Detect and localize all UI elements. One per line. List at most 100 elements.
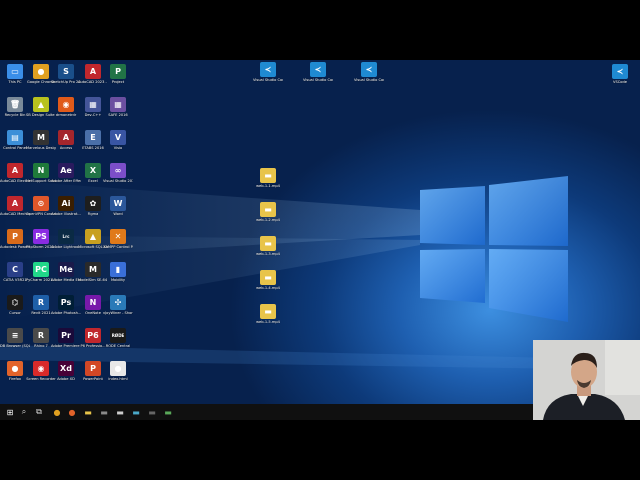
app-icon: ◉ [58, 97, 74, 112]
desktop-icon-label: Adobe Photosh... [51, 311, 81, 315]
app-icon: ≺ [612, 64, 628, 79]
search-icon[interactable]: ⌕ [18, 406, 30, 418]
desktop-icon[interactable]: W Word [105, 196, 131, 216]
desktop-icon[interactable]: ✕XAMPP Control Panel [103, 229, 133, 249]
desktop-icon-label: Visual Studio Code_sp [303, 78, 333, 82]
desktop-icon[interactable]: MeAdobe Media Encoder 2021 [51, 262, 81, 282]
desktop-icon-label: Access [59, 146, 73, 150]
app-icon: S [58, 64, 74, 79]
desktop-icon-label: web-1-4.mp4 [256, 286, 280, 290]
taskbar-app1-icon[interactable]: ▬ [98, 406, 110, 418]
desktop-icon[interactable]: ● index.html [105, 361, 131, 381]
desktop-icon[interactable]: Ps Adobe Photosh... [51, 295, 81, 315]
desktop-icon[interactable]: ≺Visual Studio Code_sp [303, 62, 333, 82]
taskbar-app2-icon[interactable]: ▬ [114, 406, 126, 418]
desktop-icon-label: Visio [113, 146, 123, 150]
desktop-icon[interactable]: AAutoCAD Electrica... [0, 163, 30, 183]
app-icon: 🗑 [7, 97, 23, 112]
app-icon: Xd [58, 361, 74, 376]
desktop-icon-label: Adobe Media Encoder 2021 [51, 278, 81, 282]
app-icon: ⊙ [33, 196, 49, 211]
desktop-icon[interactable]: 🗑 Recycle Bin [2, 97, 28, 117]
task-view-icon[interactable]: ⧉ [33, 406, 45, 418]
desktop-icon[interactable]: ⌬ Cursor [2, 295, 28, 315]
desktop-icon[interactable]: ▤ Control Panel [2, 130, 28, 150]
desktop-icon[interactable]: ▬ web-1-1.mp4 [255, 168, 281, 188]
app-icon: A [7, 163, 23, 178]
desktop-icon[interactable]: AAutoCAD Mechanica... [0, 196, 30, 216]
taskbar-firefox-icon[interactable]: ● [66, 406, 78, 418]
desktop-icon[interactable]: ◉ drmonetrdr [53, 97, 79, 117]
desktop-icon[interactable]: ≺Visual Studio Code_zip [354, 62, 384, 82]
desktop-icon[interactable]: ▦ SAFE 2016 [105, 97, 131, 117]
desktop-icon-label: web-1-2.mp4 [256, 218, 280, 222]
desktop-icon-label: Adobe XD [57, 377, 75, 381]
desktop-icon[interactable]: C CATIA V5R21 [2, 262, 28, 282]
webcam-overlay [533, 340, 640, 420]
desktop-icon-label: RODE Central [105, 344, 131, 348]
app-icon: ▭ [7, 64, 23, 79]
app-icon: ✣ [110, 295, 126, 310]
desktop-icon[interactable]: ▬ web-1-4.mp4 [255, 270, 281, 290]
app-icon: M [85, 262, 101, 277]
desktop-icon-label: Word [113, 212, 123, 216]
app-icon: ▬ [260, 270, 276, 285]
desktop-icon-label: XAMPP Control Panel [103, 245, 133, 249]
desktop-icon[interactable]: RØDE RODE Central [105, 328, 131, 348]
desktop-icon[interactable]: ● Firefox [2, 361, 28, 381]
app-icon: ⌬ [7, 295, 23, 310]
desktop-icon-label: Adobe Lightroo... [51, 245, 81, 249]
app-icon: P [110, 64, 126, 79]
app-icon: ≺ [361, 62, 377, 77]
desktop-icon[interactable]: V Visio [105, 130, 131, 150]
desktop-icon[interactable]: PAutodesk PowerMill ... [0, 229, 30, 249]
desktop-icon[interactable]: SSketchUp Pro 2021 [51, 64, 81, 84]
desktop-icon-label: SAFE 2016 [108, 113, 128, 117]
desktop-icon-label: index.html [108, 377, 128, 381]
app-icon: P [7, 229, 23, 244]
desktop-icon[interactable]: ▮ Mobility [105, 262, 131, 282]
desktop-icon[interactable]: Lrc Adobe Lightroo... [51, 229, 81, 249]
app-icon: ≺ [310, 62, 326, 77]
desktop-icon-label: drmonetrdr [55, 113, 77, 117]
desktop-icon-label: Visual Studio Code_scr [253, 78, 283, 82]
desktop-icon-label: Adobe Illustrat... [51, 212, 81, 216]
app-icon: Ai [58, 196, 74, 211]
desktop-icon[interactable]: ▬ web-1-5.mp4 [255, 304, 281, 324]
letterbox-bottom [0, 420, 640, 480]
app-icon: ▮ [110, 262, 126, 277]
desktop-icon[interactable]: ✣vJoyWiner - Shortcut [103, 295, 133, 315]
desktop-icon-label: Visual Studio Code_zip [354, 78, 384, 82]
taskbar-chrome-icon[interactable]: ● [51, 406, 63, 418]
desktop-icon[interactable]: ▬ web-1-3.mp4 [255, 236, 281, 256]
desktop-icon-label: web-1-1.mp4 [256, 184, 280, 188]
desktop-icon[interactable]: AeAdobe After Effects 2021 [51, 163, 81, 183]
desktop-icon[interactable]: P Project [105, 64, 131, 84]
desktop-icon-label: web-1-5.mp4 [256, 320, 280, 324]
start-button[interactable]: ⊞ [4, 406, 16, 418]
desktop-icon-label: Project [111, 80, 125, 84]
app-icon: ▤ [7, 130, 23, 145]
taskbar-explorer-icon[interactable]: ▬ [82, 406, 94, 418]
desktop-icon[interactable]: ▬ web-1-2.mp4 [255, 202, 281, 222]
desktop-icon[interactable]: Ai Adobe Illustrat... [51, 196, 81, 216]
desktop-icon[interactable]: ≺Visual Studio Code_scr [253, 62, 283, 82]
app-icon: PC [33, 262, 49, 277]
desktop-icon[interactable]: ▭ This PC [2, 64, 28, 84]
taskbar-app4-icon[interactable]: ▬ [146, 406, 158, 418]
desktop-icon[interactable]: PrAdobe Premiere P... [51, 328, 81, 348]
app-icon: ◉ [33, 361, 49, 376]
app-icon: R [33, 295, 49, 310]
desktop-icon[interactable]: ≺ VSCode [607, 64, 633, 84]
desktop-icon[interactable]: A Access [53, 130, 79, 150]
app-icon: Lrc [58, 229, 74, 244]
taskbar-app3-icon[interactable]: ▬ [130, 406, 142, 418]
app-icon: ∞ [110, 163, 126, 178]
desktop-icon-label: Adobe After Effects 2021 [51, 179, 81, 183]
app-icon: N [85, 295, 101, 310]
app-icon: ▦ [85, 97, 101, 112]
taskbar-app5-icon[interactable]: ▬ [162, 406, 174, 418]
desktop-icon[interactable]: ∞Visual Studio 2019 [103, 163, 133, 183]
desktop-icon[interactable]: Xd Adobe XD [53, 361, 79, 381]
desktop-icon[interactable]: ≡DB Browser (SQLite) [0, 328, 30, 348]
